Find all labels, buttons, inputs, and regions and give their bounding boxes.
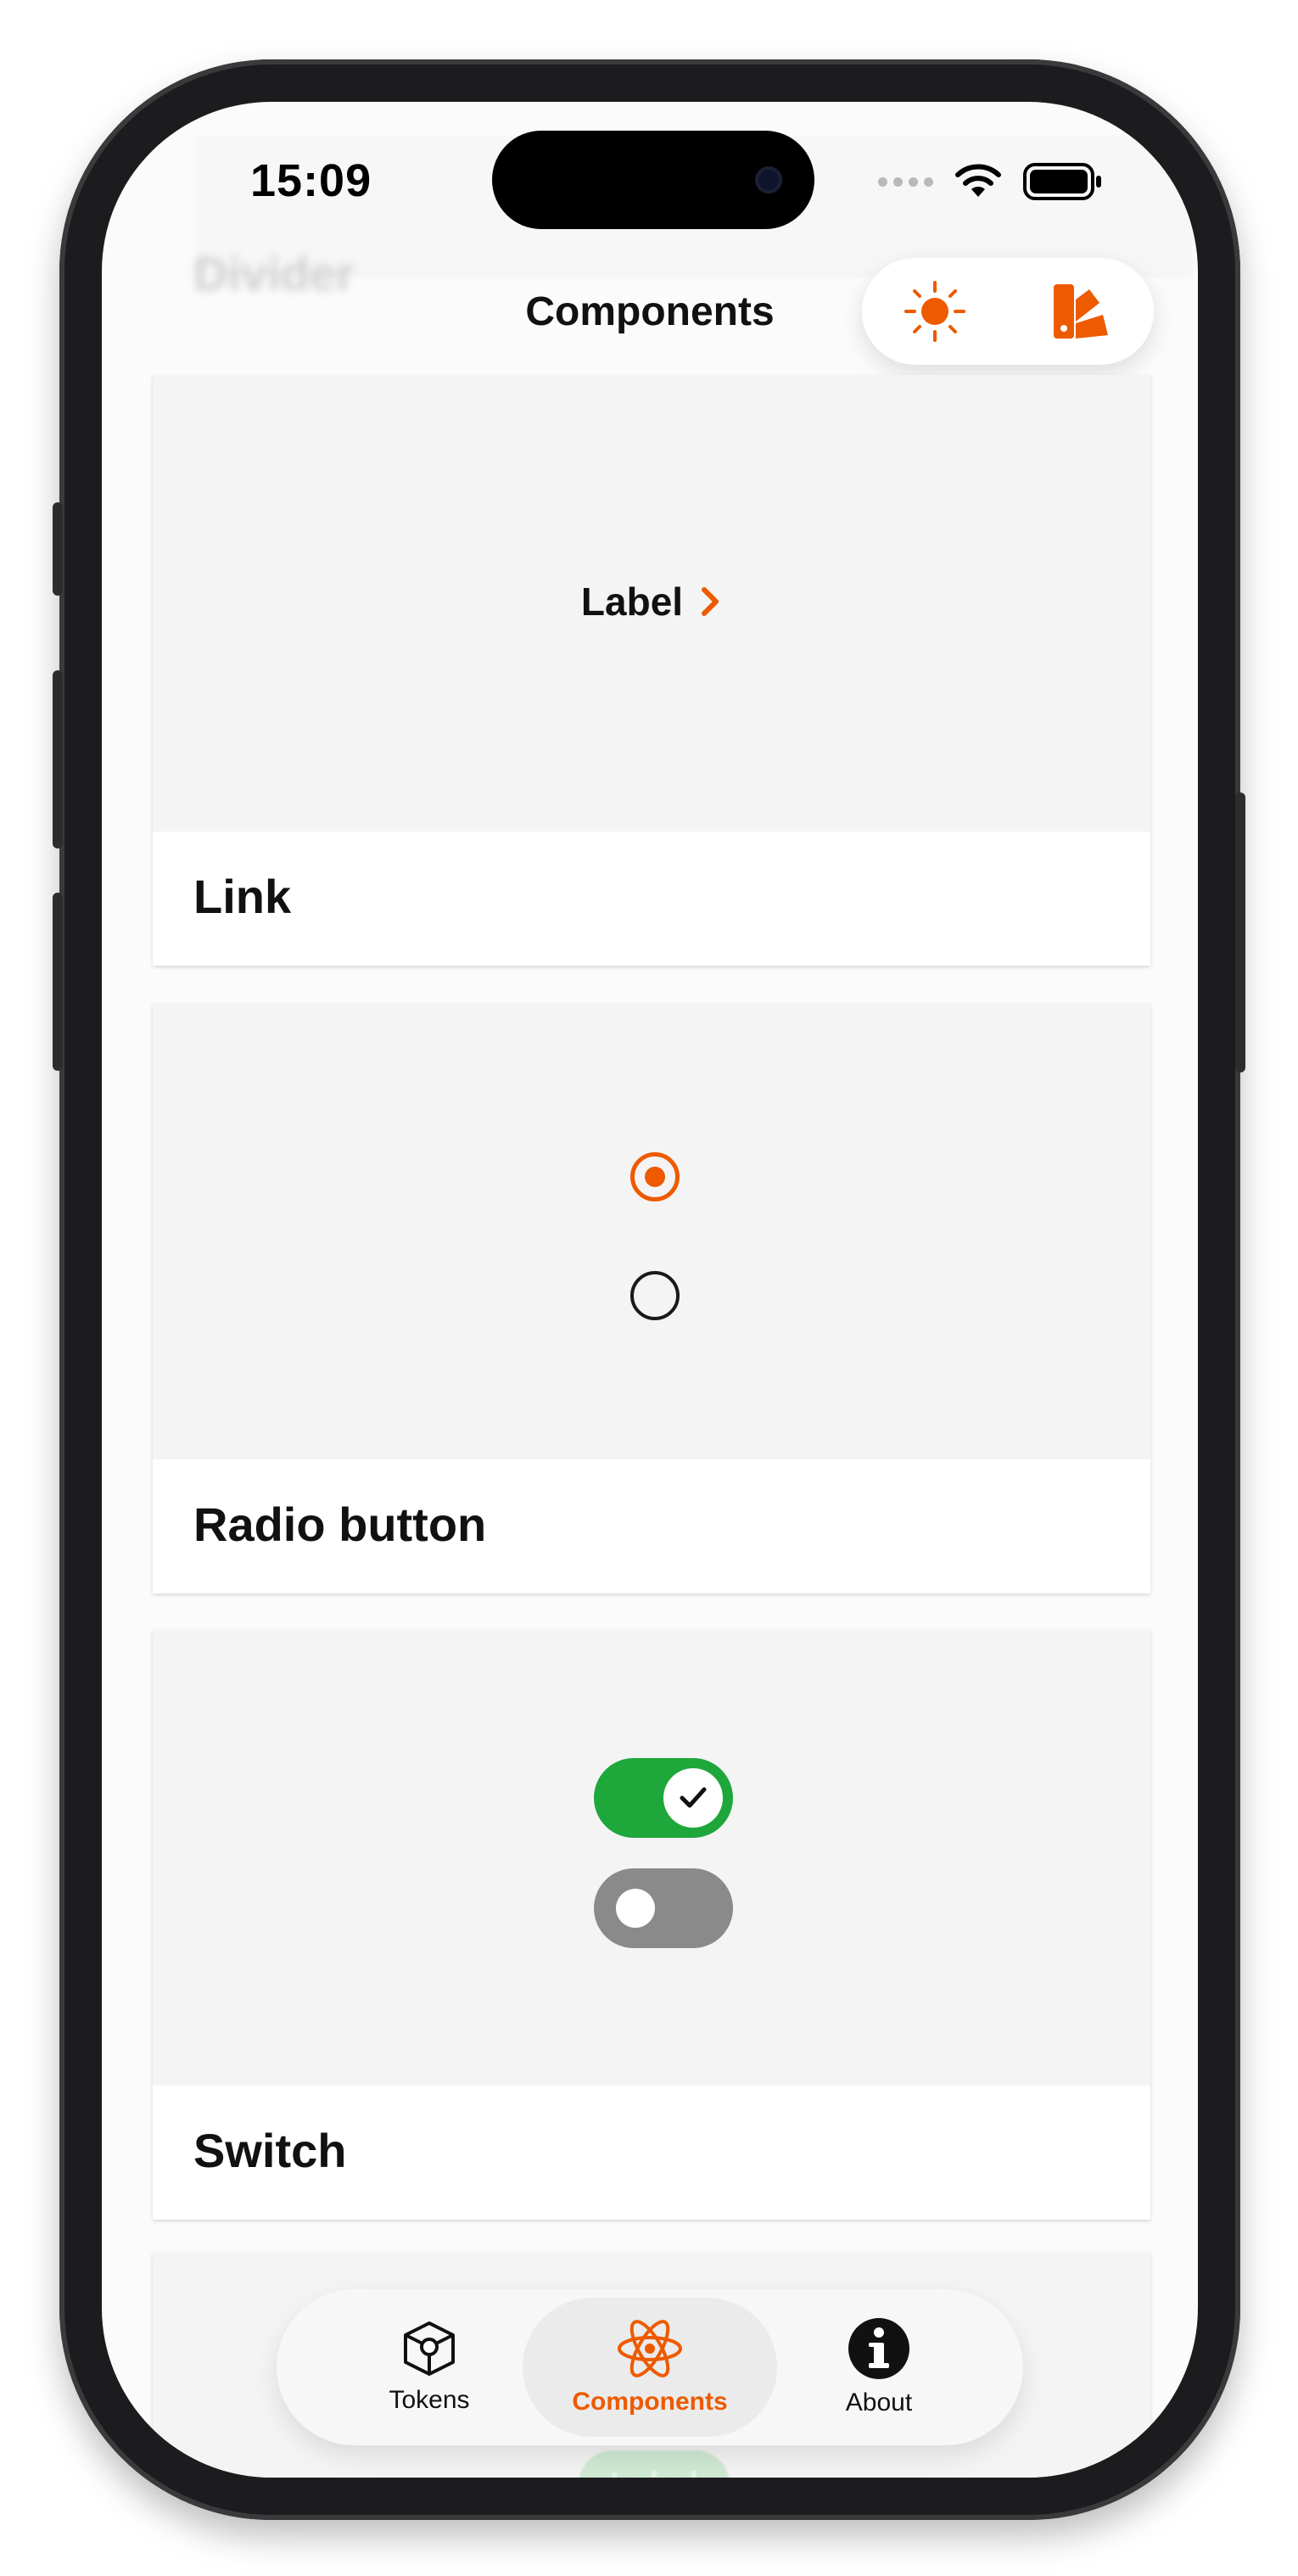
volume-down-button (53, 893, 63, 1071)
volume-up-button (53, 670, 63, 848)
app-screen: Divider 15:09 Components Label Link Radi… (102, 102, 1198, 2478)
action-button (53, 502, 63, 596)
card-title: Radio button (193, 1498, 487, 1551)
dynamic-island (492, 131, 814, 229)
switch-on[interactable] (594, 1758, 733, 1838)
card-preview (153, 1629, 1150, 2086)
header-actions (862, 258, 1154, 365)
tab-bar: Tokens Components About (277, 2289, 1023, 2445)
status-indicators (878, 163, 1103, 200)
card-title: Switch (193, 2124, 347, 2177)
cellular-signal-icon (878, 176, 933, 187)
card-link[interactable]: Label Link (153, 375, 1150, 966)
battery-icon (1023, 163, 1101, 200)
tab-label: Components (572, 2388, 728, 2416)
sun-icon (904, 281, 965, 342)
brand-theme-button[interactable] (1043, 273, 1119, 350)
cube-icon (404, 2321, 455, 2376)
power-button (1235, 792, 1245, 1072)
swatch-icon (1054, 284, 1108, 339)
radio-unselected[interactable] (630, 1271, 680, 1320)
tab-components[interactable]: Components (523, 2298, 777, 2437)
tab-label: About (845, 2388, 913, 2416)
status-time: 15:09 (250, 155, 372, 206)
theme-toggle-button[interactable] (897, 273, 973, 350)
switch-knob (663, 1768, 723, 1828)
chevron-right-icon (702, 587, 719, 616)
wifi-icon (955, 164, 1001, 197)
card-preview (153, 1003, 1150, 1459)
atom-icon (618, 2320, 682, 2377)
link-preview[interactable]: Label (153, 579, 1150, 624)
tab-tokens[interactable]: Tokens (336, 2298, 523, 2437)
switch-off[interactable] (594, 1868, 733, 1948)
card-radio-button[interactable]: Radio button (153, 1003, 1150, 1593)
radio-selected[interactable] (630, 1152, 680, 1201)
card-preview: Label (153, 375, 1150, 832)
info-icon (848, 2318, 909, 2379)
checkmark-icon (680, 1787, 707, 1808)
chip-preview: Label (579, 2450, 730, 2478)
card-switch[interactable]: Switch (153, 1629, 1150, 2220)
link-label: Label (580, 580, 684, 624)
camera-icon (755, 166, 782, 193)
switch-knob (616, 1889, 655, 1928)
card-title: Link (193, 870, 292, 923)
tab-about[interactable]: About (786, 2298, 972, 2437)
tab-label: Tokens (389, 2386, 470, 2414)
